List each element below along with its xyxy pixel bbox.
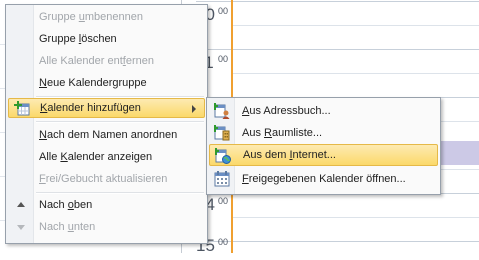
submenu-item-label: Freigegebenen Kalender öffnen... (242, 173, 406, 185)
menu-item-label: Alle Kalender anzeigen (39, 151, 153, 163)
time-slot-line (233, 241, 479, 242)
time-slot-line (233, 1, 479, 2)
menu-item-label: Nach oben (39, 199, 93, 211)
menu-separator (36, 122, 204, 123)
menu-item-label: Nach unten (39, 221, 96, 233)
submenu-arrow-icon (192, 105, 196, 113)
submenu-item-from-room-list[interactable]: Aus Raumliste... (209, 122, 438, 144)
submenu-item-label: Aus Raumliste... (242, 127, 323, 139)
time-minutes: 00 (218, 54, 229, 64)
time-minutes: 00 (218, 6, 229, 16)
menu-item-sort-by-name[interactable]: Nach dem Namen anordnen (8, 125, 205, 145)
time-slot-line (233, 25, 479, 26)
menu-item-label: Kalender hinzufügen (40, 102, 141, 114)
menu-item-label: Gruppe löschen (39, 33, 117, 45)
add-calendar-submenu: Aus Adressbuch... Aus Raumliste... Aus d… (206, 97, 441, 195)
menu-item-move-up[interactable]: Nach oben (8, 195, 205, 215)
submenu-item-from-internet[interactable]: Aus dem Internet... (209, 144, 438, 166)
menu-item-label: Frei/Gebucht aktualisieren (39, 173, 168, 185)
menu-separator (36, 193, 204, 194)
internet-calendar-icon (213, 148, 231, 164)
submenu-item-label: Aus dem Internet... (243, 149, 336, 161)
move-up-icon (17, 202, 25, 207)
time-slot-line (233, 217, 479, 218)
time-slot-line (233, 49, 479, 50)
menu-item-delete-group[interactable]: Gruppe löschen (8, 29, 205, 49)
appointment-block[interactable] (438, 141, 479, 165)
menu-item-show-all-calendars[interactable]: Alle Kalender anzeigen (8, 147, 205, 167)
menu-item-refresh-free-busy[interactable]: Frei/Gebucht aktualisieren (8, 169, 205, 189)
menu-item-rename-group[interactable]: Gruppe umbenennen (8, 7, 205, 27)
menu-item-label: Nach dem Namen anordnen (39, 129, 178, 141)
address-book-icon (212, 103, 230, 119)
submenu-item-label: Aus Adressbuch... (242, 105, 331, 117)
menu-item-add-calendar[interactable]: Kalender hinzufügen (8, 98, 205, 118)
menu-item-remove-all-calendars[interactable]: Alle Kalender entfernen (8, 51, 205, 71)
submenu-item-open-shared-calendar[interactable]: Freigegebenen Kalender öffnen... (209, 168, 438, 190)
move-down-icon (17, 225, 25, 230)
menu-item-move-down[interactable]: Nach unten (8, 217, 205, 237)
menu-item-new-calendar-group[interactable]: Neue Kalendergruppe (8, 73, 205, 93)
time-minutes: 00 (218, 237, 229, 247)
context-menu: Gruppe umbenennen Gruppe löschen Alle Ka… (5, 4, 208, 244)
add-calendar-icon (14, 101, 30, 117)
menu-item-label: Gruppe umbenennen (39, 11, 143, 23)
menu-item-label: Alle Kalender entfernen (39, 55, 154, 67)
shared-calendar-icon (214, 171, 230, 187)
hour-divider (196, 1, 232, 2)
submenu-item-from-address-book[interactable]: Aus Adressbuch... (209, 100, 438, 122)
time-slot-line (233, 73, 479, 74)
room-list-icon (212, 125, 230, 141)
menu-item-label: Neue Kalendergruppe (39, 77, 147, 89)
time-minutes: 00 (218, 196, 229, 206)
